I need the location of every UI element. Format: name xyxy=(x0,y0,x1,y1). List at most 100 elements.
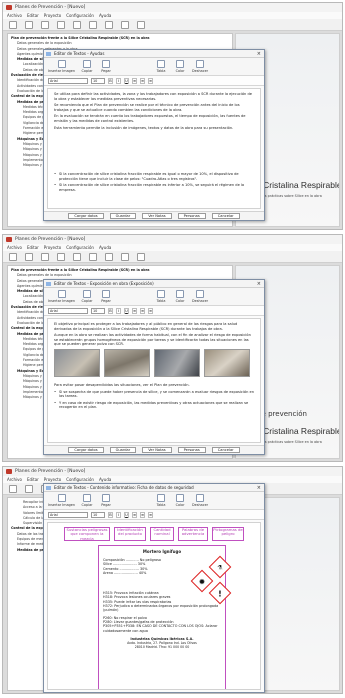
editor-text-area[interactable]: El objetivo principal es proteger a los … xyxy=(47,318,261,443)
underline-button[interactable]: U xyxy=(124,77,129,84)
image-icon xyxy=(57,60,66,68)
save-icon[interactable] xyxy=(41,20,49,29)
color-button[interactable]: Color xyxy=(173,494,187,507)
undo-button[interactable]: Deshacer xyxy=(192,60,208,73)
table-button[interactable]: Tabla xyxy=(154,60,168,73)
undo-button[interactable]: Deshacer xyxy=(192,290,208,303)
paste-button[interactable]: Pegar xyxy=(99,290,113,303)
italic-button[interactable]: I xyxy=(116,77,121,84)
label-row: H372: Perjudica a determinados órganos p… xyxy=(103,604,219,613)
italic-button[interactable]: I xyxy=(116,511,121,518)
editor-text-area[interactable]: Sustancias peligrosas que componen la me… xyxy=(47,522,261,690)
menu-project[interactable]: Proyecto xyxy=(44,12,61,19)
font-select[interactable]: Arial xyxy=(48,307,88,314)
paste-button[interactable]: Pegar xyxy=(99,494,113,507)
color-button[interactable]: Color xyxy=(173,60,187,73)
paste-icon[interactable] xyxy=(89,252,97,261)
bold-button[interactable]: B xyxy=(108,77,113,84)
open-icon[interactable] xyxy=(25,484,33,493)
print-icon[interactable] xyxy=(57,252,65,261)
italic-button[interactable]: I xyxy=(116,307,121,314)
new-icon[interactable] xyxy=(9,252,17,261)
align-left-icon[interactable]: ≡ xyxy=(132,77,137,84)
copy-icon[interactable] xyxy=(73,20,81,29)
undo-icon xyxy=(196,60,205,68)
insert-image-button[interactable]: Insertar Imagen xyxy=(48,60,75,73)
load-data-button[interactable]: Cargar datos xyxy=(68,213,104,219)
close-icon[interactable]: × xyxy=(257,484,261,492)
menu-file[interactable]: Archivo xyxy=(7,12,22,19)
underline-button[interactable]: U xyxy=(124,307,129,314)
copy-button[interactable]: Copiar xyxy=(80,494,94,507)
load-data-button[interactable]: Cargar datos xyxy=(68,447,104,453)
bold-button[interactable]: B xyxy=(108,307,113,314)
menu-help[interactable]: Ayuda xyxy=(99,476,111,483)
menu-file[interactable]: Archivo xyxy=(7,244,22,251)
help-icon[interactable] xyxy=(137,20,145,29)
cut-icon[interactable] xyxy=(105,252,113,261)
menu-project[interactable]: Proyecto xyxy=(44,244,61,251)
align-center-icon[interactable]: ≡ xyxy=(140,77,145,84)
notes-button[interactable]: Ver Notas xyxy=(142,213,172,219)
cancel-button[interactable]: Cancelar xyxy=(211,447,240,453)
copy-button[interactable]: Copiar xyxy=(80,290,94,303)
align-right-icon[interactable]: ≡ xyxy=(148,307,153,314)
menu-edit[interactable]: Editar xyxy=(27,12,39,19)
open-icon[interactable] xyxy=(25,20,33,29)
new-icon[interactable] xyxy=(9,484,17,493)
menu-file[interactable]: Archivo xyxy=(7,476,22,483)
align-right-icon[interactable]: ≡ xyxy=(148,77,153,84)
insert-image-button[interactable]: Insertar Imagen xyxy=(48,494,75,507)
menu-edit[interactable]: Editar xyxy=(27,476,39,483)
notes-button[interactable]: Ver Notas xyxy=(142,447,172,453)
copy-button[interactable]: Copiar xyxy=(80,60,94,73)
paste-button[interactable]: Pegar xyxy=(99,60,113,73)
save-button[interactable]: Guardar xyxy=(109,447,137,453)
align-left-icon[interactable]: ≡ xyxy=(132,307,137,314)
menu-settings[interactable]: Configuración xyxy=(66,12,94,19)
people-button[interactable]: Personas xyxy=(177,213,206,219)
underline-button[interactable]: U xyxy=(124,511,129,518)
open-icon[interactable] xyxy=(25,252,33,261)
size-select[interactable]: 10 xyxy=(91,307,105,314)
cut-icon[interactable] xyxy=(105,20,113,29)
insert-image-button[interactable]: Insertar Imagen xyxy=(48,290,75,303)
editor-text-area[interactable]: Se utiliza para definir las actividades,… xyxy=(47,88,261,209)
cancel-button[interactable]: Cancelar xyxy=(211,213,240,219)
bullet-item: Si la concentración de sílice cristalina… xyxy=(54,172,254,181)
align-right-icon[interactable]: ≡ xyxy=(148,511,153,518)
align-center-icon[interactable]: ≡ xyxy=(140,307,145,314)
save-button[interactable]: Guardar xyxy=(109,213,137,219)
dialog-icon xyxy=(46,52,51,56)
help-icon[interactable] xyxy=(137,252,145,261)
save-icon[interactable] xyxy=(41,252,49,261)
align-left-icon[interactable]: ≡ xyxy=(132,511,137,518)
new-icon[interactable] xyxy=(9,20,17,29)
font-select[interactable]: Arial xyxy=(48,511,88,518)
undo-button[interactable]: Deshacer xyxy=(192,494,208,507)
editor-ribbon: Insertar Imagen Copiar Pegar Tabla Color… xyxy=(44,492,264,510)
bold-button[interactable]: B xyxy=(108,511,113,518)
menu-help[interactable]: Ayuda xyxy=(99,12,111,19)
menu-help[interactable]: Ayuda xyxy=(99,244,111,251)
menu-settings[interactable]: Configuración xyxy=(66,244,94,251)
close-icon[interactable]: × xyxy=(257,280,261,288)
size-select[interactable]: 10 xyxy=(91,511,105,518)
copy-icon xyxy=(83,494,92,502)
align-center-icon[interactable]: ≡ xyxy=(140,511,145,518)
people-button[interactable]: Personas xyxy=(177,447,206,453)
color-button[interactable]: Color xyxy=(173,290,187,303)
undo-icon[interactable] xyxy=(121,252,129,261)
menu-edit[interactable]: Editar xyxy=(27,244,39,251)
menu-project[interactable]: Proyecto xyxy=(44,476,61,483)
print-icon[interactable] xyxy=(57,20,65,29)
size-select[interactable]: 10 xyxy=(91,77,105,84)
paste-icon[interactable] xyxy=(89,20,97,29)
table-button[interactable]: Tabla xyxy=(154,290,168,303)
menu-settings[interactable]: Configuración xyxy=(66,476,94,483)
close-icon[interactable]: × xyxy=(257,50,261,58)
undo-icon[interactable] xyxy=(121,20,129,29)
copy-icon[interactable] xyxy=(73,252,81,261)
table-button[interactable]: Tabla xyxy=(154,494,168,507)
font-select[interactable]: Arial xyxy=(48,77,88,84)
